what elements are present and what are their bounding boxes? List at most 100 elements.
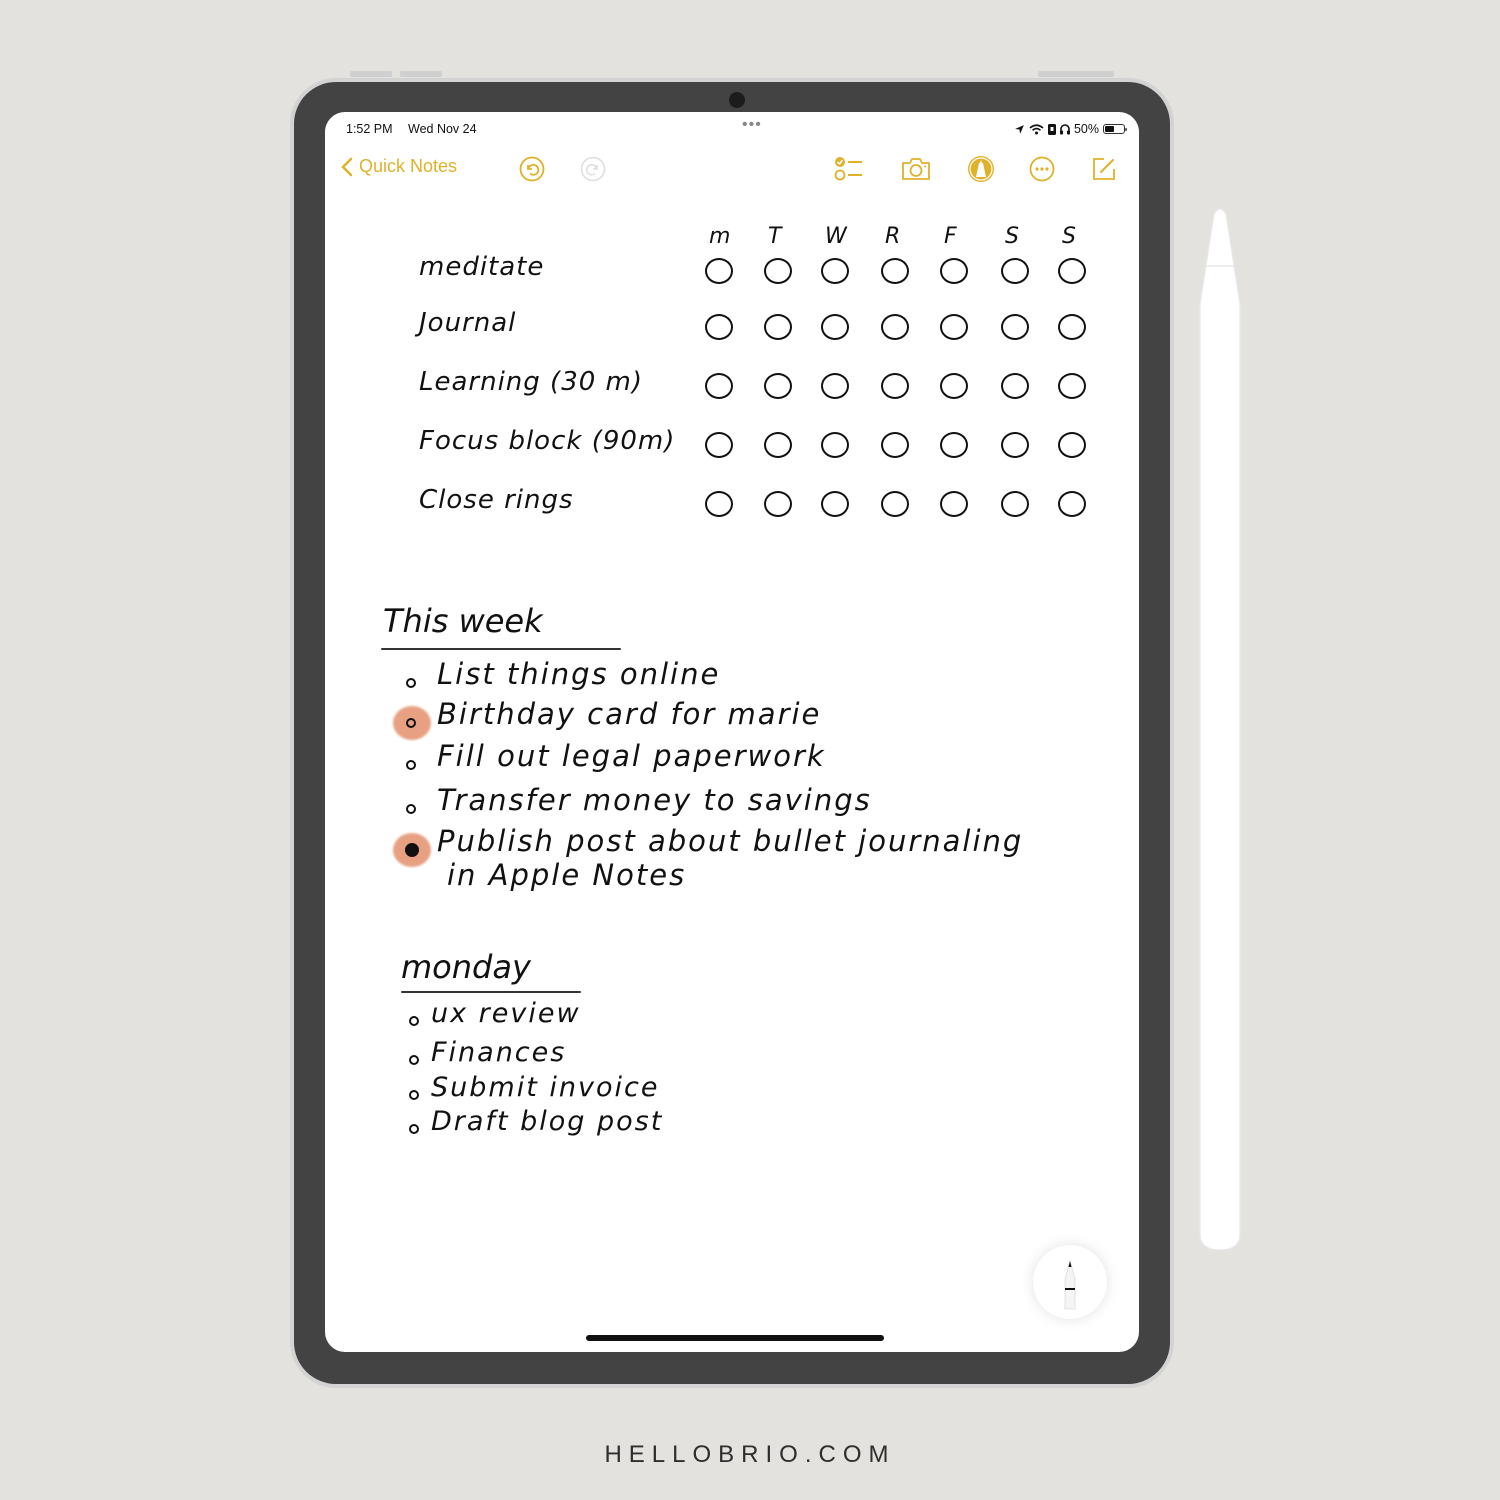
habit-checkbox[interactable]: [705, 373, 733, 399]
habit-checkbox[interactable]: [1001, 314, 1029, 340]
habit-checkbox[interactable]: [940, 314, 968, 340]
habit-checkbox[interactable]: [940, 432, 968, 458]
section-underline: [381, 648, 621, 650]
checklist-icon: [834, 157, 862, 181]
habit-checkbox[interactable]: [821, 373, 849, 399]
back-label: Quick Notes: [359, 156, 458, 176]
habit-checkbox[interactable]: [940, 258, 968, 284]
volume-button: [350, 71, 392, 77]
bullet[interactable]: [409, 1090, 419, 1100]
markup-icon: [968, 156, 994, 182]
habit-checkbox[interactable]: [1058, 258, 1086, 284]
task-item: ux review: [431, 998, 581, 1029]
habit-checkbox[interactable]: [1001, 373, 1029, 399]
highlight-mark: [393, 706, 431, 740]
habit-checkbox[interactable]: [1001, 491, 1029, 517]
habit-checkbox[interactable]: [881, 258, 909, 284]
apple-pencil: [1199, 208, 1241, 1250]
front-camera: [729, 92, 745, 108]
bullet[interactable]: [406, 804, 416, 814]
task-item: Finances: [431, 1037, 567, 1068]
day-header: m: [709, 224, 731, 249]
habit-checkbox[interactable]: [1058, 432, 1086, 458]
habit-checkbox[interactable]: [881, 491, 909, 517]
habit-checkbox[interactable]: [940, 373, 968, 399]
habit-checkbox[interactable]: [881, 314, 909, 340]
day-header: F: [944, 224, 957, 249]
task-item-continued: in Apple Notes: [447, 858, 687, 892]
habit-checkbox[interactable]: [764, 432, 792, 458]
power-button: [1038, 71, 1114, 77]
habit-checkbox[interactable]: [705, 258, 733, 284]
section-underline: [401, 991, 581, 993]
status-bar: 1:52 PM Wed Nov 24 ••• 50%: [346, 116, 1127, 138]
day-header: T: [768, 224, 782, 249]
habit-checkbox[interactable]: [1058, 491, 1086, 517]
habit-checkbox[interactable]: [705, 432, 733, 458]
camera-icon: [902, 158, 930, 180]
bullet[interactable]: [405, 843, 419, 857]
footer-brand: HELLOBRIO.COM: [604, 1441, 896, 1468]
habit-checkbox[interactable]: [821, 314, 849, 340]
highlight-mark: [393, 833, 431, 867]
notes-screen: 1:52 PM Wed Nov 24 ••• 50% Quick Notes m…: [325, 112, 1139, 1352]
bullet[interactable]: [406, 678, 416, 688]
undo-icon: [519, 156, 545, 182]
markup-button[interactable]: [966, 154, 996, 184]
section-title: This week: [383, 602, 543, 640]
bullet[interactable]: [409, 1124, 419, 1134]
camera-button[interactable]: [901, 154, 931, 184]
habit-label: Focus block (90m): [419, 426, 676, 456]
undo-button[interactable]: [517, 154, 547, 184]
home-indicator[interactable]: [586, 1335, 884, 1341]
habit-checkbox[interactable]: [705, 491, 733, 517]
chevron-left-icon: [341, 157, 353, 176]
bullet[interactable]: [409, 1016, 419, 1026]
section-title: monday: [401, 948, 531, 986]
habit-checkbox[interactable]: [1001, 258, 1029, 284]
habit-checkbox[interactable]: [881, 432, 909, 458]
compose-button[interactable]: [1089, 154, 1119, 184]
habit-checkbox[interactable]: [1001, 432, 1029, 458]
note-canvas[interactable]: m T W R F S Smeditate Journal Learning (30 m) Foc…: [325, 112, 1139, 1352]
headphones-icon: [1059, 123, 1070, 134]
habit-checkbox[interactable]: [705, 314, 733, 340]
task-item: Fill out legal paperwork: [437, 739, 826, 773]
habit-checkbox[interactable]: [1058, 373, 1086, 399]
task-item: Publish post about bullet journaling: [437, 824, 1024, 858]
multitask-dots[interactable]: •••: [742, 116, 762, 134]
task-item: Submit invoice: [431, 1072, 660, 1103]
habit-checkbox[interactable]: [881, 373, 909, 399]
day-header: R: [885, 224, 901, 249]
battery-icon: [1103, 124, 1127, 134]
volume-button: [400, 71, 442, 77]
bullet[interactable]: [409, 1055, 419, 1065]
habit-checkbox[interactable]: [764, 258, 792, 284]
more-button[interactable]: [1027, 154, 1057, 184]
habit-checkbox[interactable]: [1058, 314, 1086, 340]
redo-button[interactable]: [578, 154, 608, 184]
task-item: Transfer money to savings: [437, 783, 872, 817]
bullet[interactable]: [406, 718, 416, 728]
habit-label: meditate: [419, 252, 545, 282]
bullet[interactable]: [406, 760, 416, 770]
status-time: 1:52 PM: [346, 122, 393, 136]
battery-fill: [1105, 126, 1114, 132]
task-item: Birthday card for marie: [437, 697, 822, 731]
habit-checkbox[interactable]: [821, 432, 849, 458]
habit-checkbox[interactable]: [821, 491, 849, 517]
day-header: S: [1062, 224, 1076, 249]
task-item: List things online: [437, 657, 721, 691]
habit-checkbox[interactable]: [764, 491, 792, 517]
pencil-tool-button[interactable]: [1033, 1245, 1107, 1319]
status-date: Wed Nov 24: [408, 122, 477, 136]
status-indicators: 50%: [1014, 122, 1127, 136]
habit-label: Close rings: [419, 485, 574, 515]
checklist-button[interactable]: [834, 154, 864, 184]
habit-checkbox[interactable]: [940, 491, 968, 517]
habit-checkbox[interactable]: [764, 314, 792, 340]
compose-icon: [1093, 158, 1115, 180]
back-button[interactable]: Quick Notes: [341, 156, 457, 177]
habit-checkbox[interactable]: [821, 258, 849, 284]
habit-checkbox[interactable]: [764, 373, 792, 399]
